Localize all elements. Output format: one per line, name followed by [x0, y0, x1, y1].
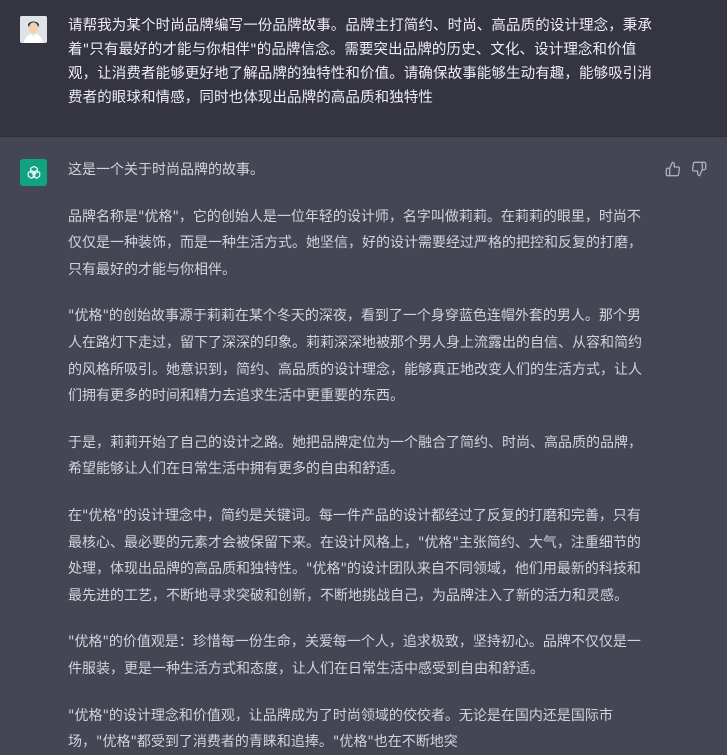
assistant-paragraph: "优格"的设计理念和价值观，让品牌成为了时尚领域的佼佼者。无论是在国内还是国际市… — [68, 707, 613, 751]
user-message-row: 请帮我为某个时尚品牌编写一份品牌故事。品牌主打简约、时尚、高品质的设计理念，秉承… — [0, 0, 727, 137]
assistant-message-row: 这是一个关于时尚品牌的故事。 品牌名称是"优格"，它的创始人是一位年轻的设计师，… — [0, 137, 727, 755]
thumbs-down-icon[interactable] — [691, 161, 707, 177]
openai-logo-icon — [20, 159, 47, 186]
assistant-paragraph: 这是一个关于时尚品牌的故事。 — [68, 162, 264, 178]
assistant-paragraph: 在"优格"的设计理念中，简约是关键词。每一件产品的设计都经过了反复的打磨和完善，… — [68, 507, 641, 604]
assistant-paragraph: 于是，莉莉开始了自己的设计之路。她把品牌定位为一个融合了简约、时尚、高品质的品牌… — [68, 434, 642, 478]
user-message-text: 请帮我为某个时尚品牌编写一份品牌故事。品牌主打简约、时尚、高品质的设计理念，秉承… — [68, 18, 652, 106]
chat-page: 请帮我为某个时尚品牌编写一份品牌故事。品牌主打简约、时尚、高品质的设计理念，秉承… — [0, 0, 727, 755]
assistant-paragraph: "优格"的创始故事源于莉莉在某个冬天的深夜，看到了一个身穿蓝色连帽外套的男人。那… — [68, 308, 642, 405]
assistant-paragraph: 品牌名称是"优格"，它的创始人是一位年轻的设计师，名字叫做莉莉。在莉莉的眼里，时… — [68, 208, 642, 278]
assistant-paragraph: "优格"的价值观是：珍惜每一份生命，关爱每一个人，追求极致，坚持初心。品牌不仅仅… — [68, 634, 641, 677]
assistant-message-text: 这是一个关于时尚品牌的故事。 品牌名称是"优格"，它的创始人是一位年轻的设计师，… — [68, 157, 653, 755]
thumbs-up-icon[interactable] — [665, 161, 681, 177]
feedback-buttons — [665, 161, 707, 177]
user-avatar — [20, 16, 47, 43]
